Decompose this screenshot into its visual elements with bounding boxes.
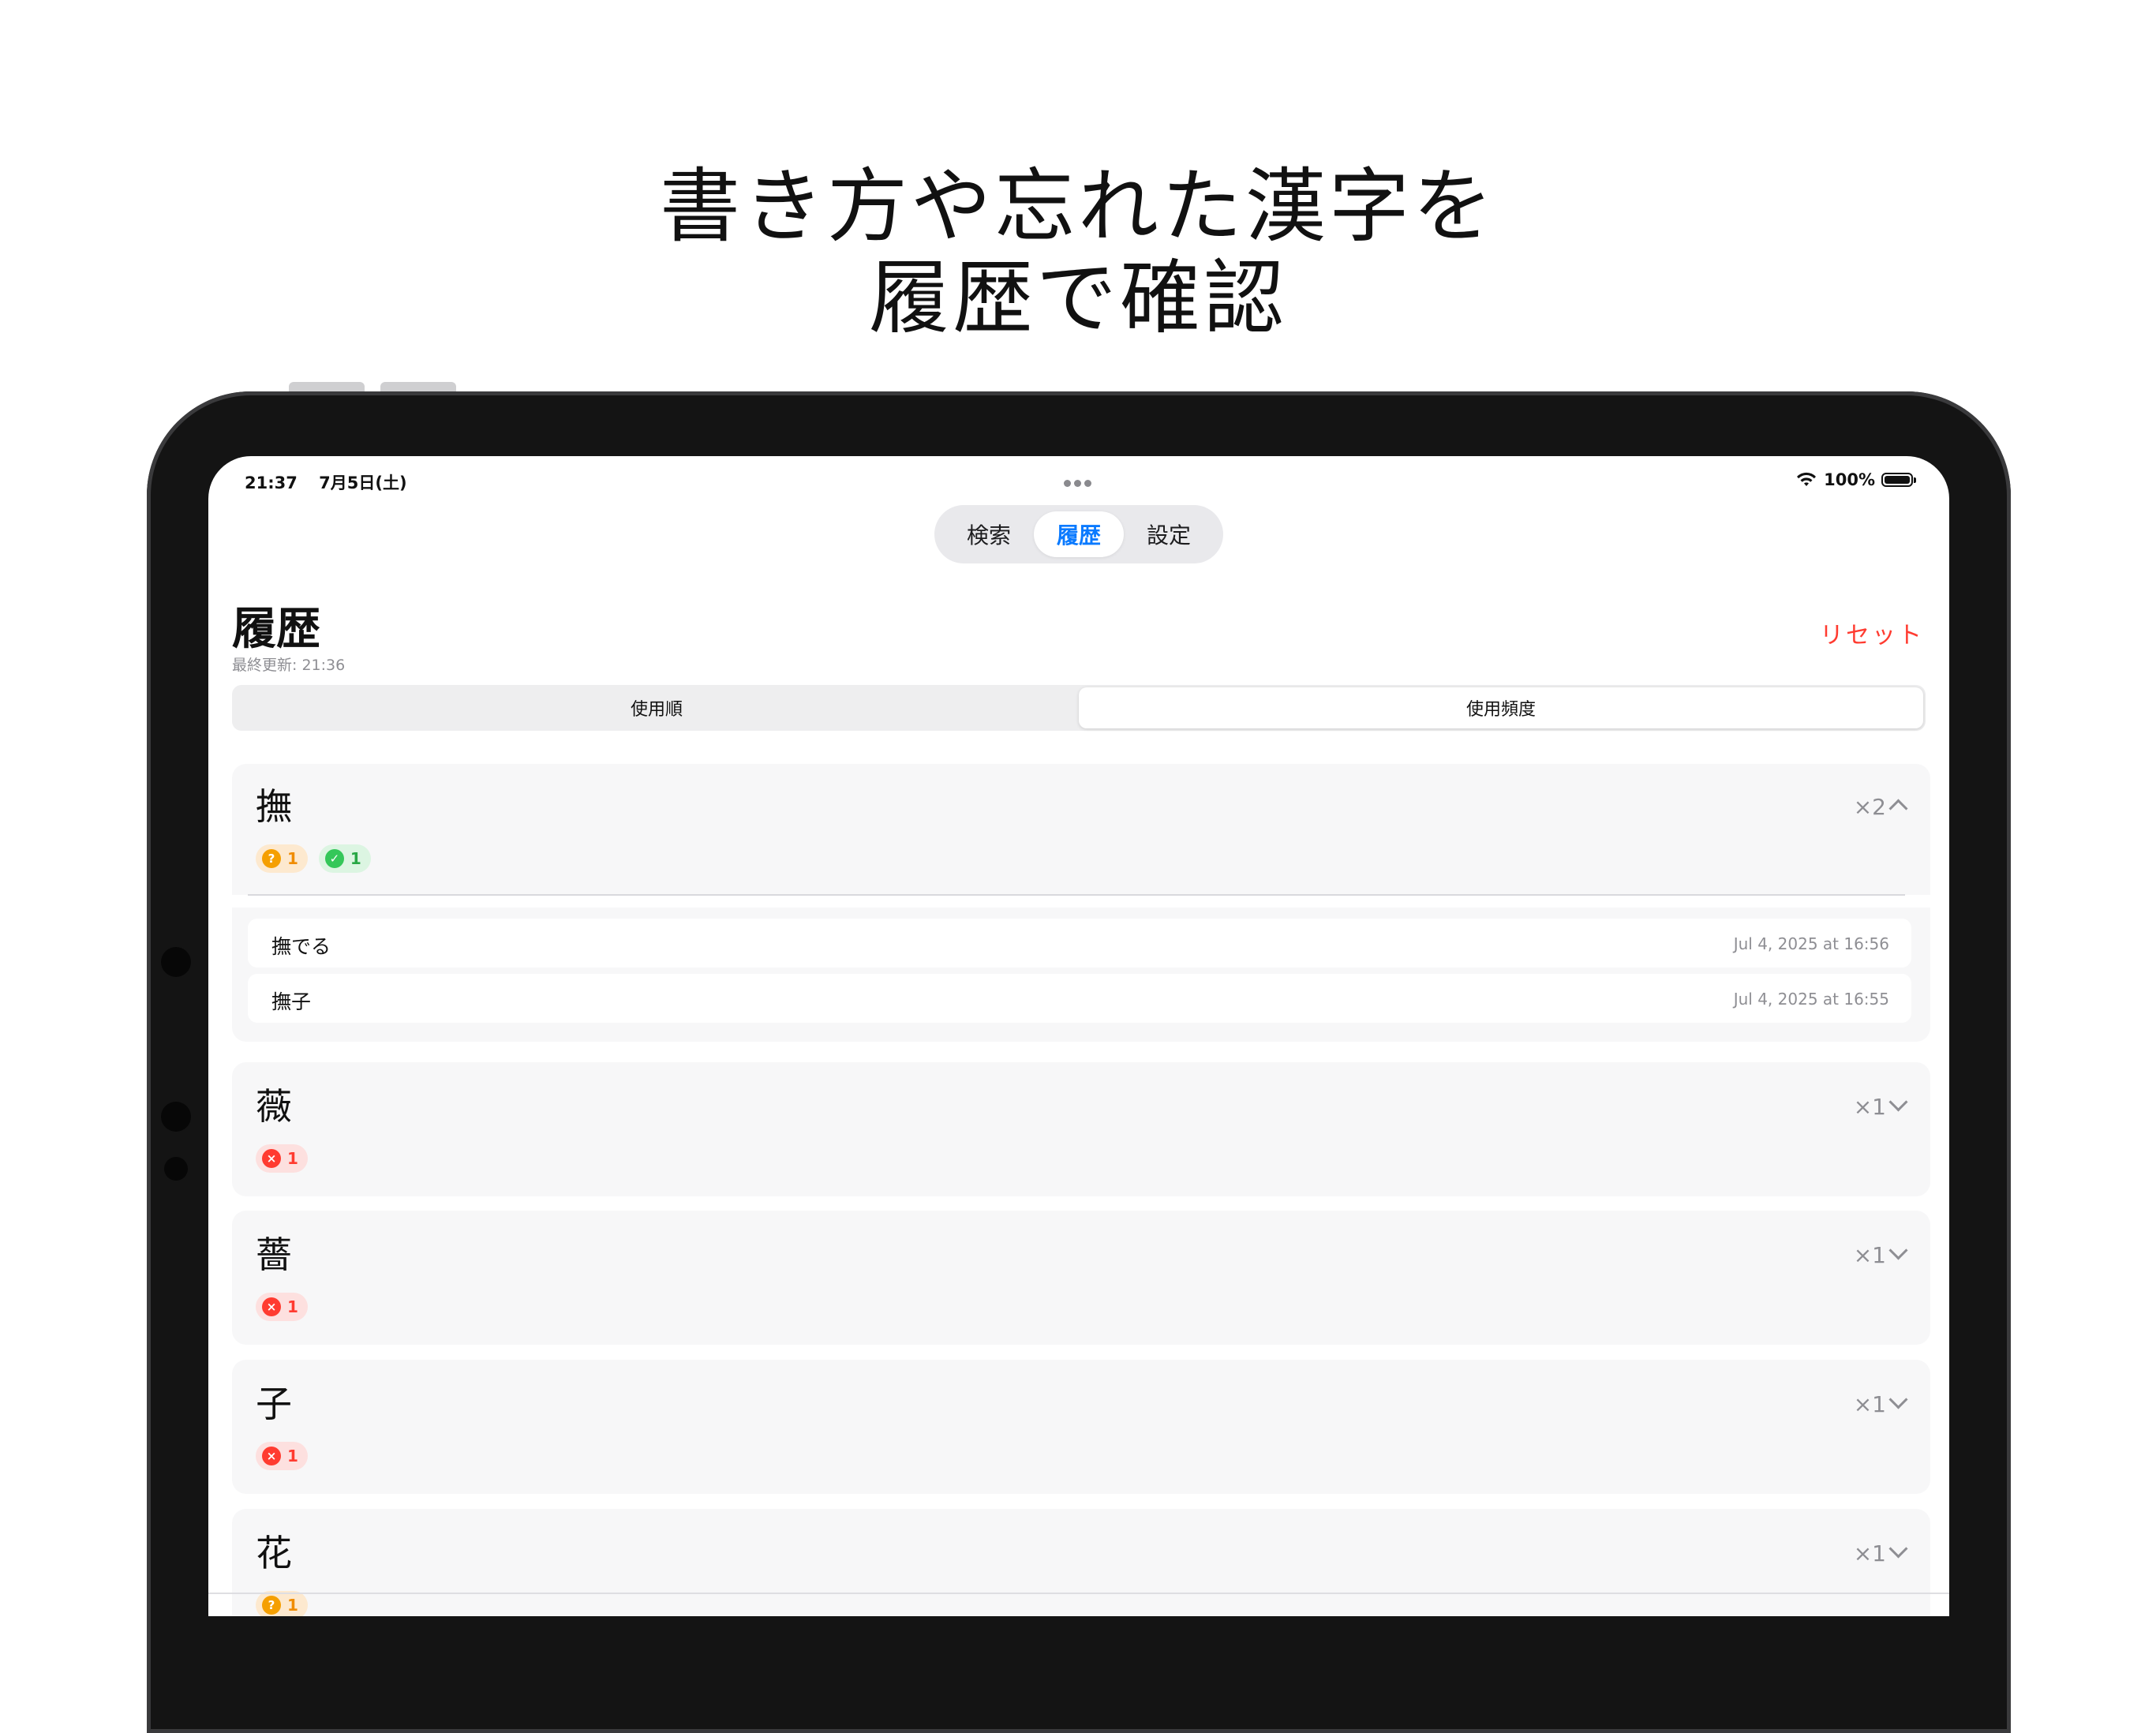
tab-settings[interactable]: 設定 [1124, 511, 1214, 557]
device-volume-button [380, 382, 456, 391]
divider [248, 894, 1905, 896]
chevron-down-icon[interactable] [1888, 1390, 1908, 1409]
word-row[interactable]: 撫子 Jul 4, 2025 at 16:55 [248, 974, 1911, 1023]
status-bar: 21:37 7月5日(土) 100% [208, 456, 1949, 507]
status-date: 7月5日(土) [319, 473, 407, 492]
cross-badge: × 1 [256, 1293, 308, 1321]
check-icon: ✓ [324, 849, 344, 868]
camera-dot [161, 1102, 191, 1132]
sort-segmented-control: 使用順 使用頻度 [232, 685, 1926, 731]
last-updated-text: 最終更新: 21:36 [232, 657, 346, 674]
tab-search[interactable]: 検索 [944, 511, 1034, 557]
word-date: Jul 4, 2025 at 16:56 [1733, 934, 1889, 953]
badge-count: 1 [287, 1596, 298, 1615]
history-card[interactable]: 撫 ×2 ? 1 ✓ 1 [232, 764, 1930, 895]
battery-icon [1881, 473, 1916, 487]
multitasking-dots-icon[interactable] [1062, 475, 1093, 490]
badge-row: × 1 [256, 1293, 308, 1321]
page-title: 履歴 [232, 604, 320, 655]
badge-row: × 1 [256, 1144, 308, 1173]
chevron-down-icon[interactable] [1888, 1539, 1908, 1559]
word-text: 撫でる [271, 935, 331, 958]
device-volume-button [289, 382, 365, 391]
history-card[interactable]: 薇 ×1 × 1 [232, 1062, 1930, 1196]
cross-badge: × 1 [256, 1442, 308, 1470]
ipad-screen: 21:37 7月5日(土) 100% 検索 履歴 設定 履歴 最終更新: 21:… [208, 456, 1949, 1616]
word-row[interactable]: 撫でる Jul 4, 2025 at 16:56 [248, 919, 1911, 968]
badge-count: 1 [287, 1149, 298, 1168]
usage-count: ×1 [1853, 1391, 1886, 1417]
chevron-up-icon[interactable] [1888, 799, 1908, 818]
badge-count: 1 [287, 1447, 298, 1465]
battery-percent: 100% [1824, 470, 1875, 489]
segment-usage-frequency[interactable]: 使用頻度 [1079, 687, 1923, 728]
badge-row: ? 1 [256, 1591, 308, 1616]
reset-button[interactable]: リセット [1820, 616, 1924, 650]
kanji-char: 薔 [256, 1233, 292, 1276]
badge-count: 1 [287, 1297, 298, 1316]
promo-headline: 書き方や忘れた漢字を 履歴で確認 [0, 162, 2156, 345]
headline-line-2: 履歴で確認 [869, 252, 1287, 346]
badge-row: ? 1 ✓ 1 [256, 844, 371, 873]
status-time: 21:37 [245, 473, 298, 492]
word-text: 撫子 [271, 990, 312, 1013]
sensor-dot [164, 1157, 188, 1181]
usage-count: ×1 [1853, 1540, 1886, 1566]
history-card[interactable]: 薔 ×1 × 1 [232, 1211, 1930, 1345]
tab-bar: 検索 履歴 設定 [934, 505, 1223, 563]
question-icon: ? [262, 1596, 281, 1615]
kanji-char: 薇 [256, 1085, 292, 1128]
headline-line-1: 書き方や忘れた漢字を [660, 160, 1496, 254]
badge-count: 1 [287, 849, 298, 868]
pencil-magnet-dot [161, 947, 191, 977]
chevron-down-icon[interactable] [1888, 1241, 1908, 1260]
kanji-char: 花 [256, 1532, 292, 1574]
badge-row: × 1 [256, 1442, 308, 1470]
cross-icon: × [262, 1149, 281, 1168]
cross-icon: × [262, 1447, 281, 1465]
segment-usage-order[interactable]: 使用順 [234, 687, 1079, 728]
usage-count: ×1 [1853, 1242, 1886, 1268]
question-badge: ? 1 [256, 844, 308, 873]
usage-count: ×2 [1853, 794, 1886, 820]
tab-history[interactable]: 履歴 [1034, 511, 1124, 557]
usage-count: ×1 [1853, 1094, 1886, 1120]
cross-icon: × [262, 1297, 281, 1316]
badge-count: 1 [350, 849, 361, 868]
kanji-char: 撫 [256, 785, 292, 828]
question-badge: ? 1 [256, 1591, 308, 1616]
history-card[interactable]: 花 ×1 ? 1 [232, 1509, 1930, 1616]
kanji-char: 子 [256, 1383, 292, 1425]
chevron-down-icon[interactable] [1888, 1092, 1908, 1112]
question-icon: ? [262, 849, 281, 868]
word-list: 撫でる Jul 4, 2025 at 16:56 撫子 Jul 4, 2025 … [232, 908, 1930, 1042]
history-card[interactable]: 子 ×1 × 1 [232, 1360, 1930, 1494]
word-date: Jul 4, 2025 at 16:55 [1733, 990, 1889, 1009]
bottom-separator [208, 1593, 1949, 1594]
check-badge: ✓ 1 [318, 844, 371, 873]
wifi-icon [1797, 472, 1817, 486]
cross-badge: × 1 [256, 1144, 308, 1173]
